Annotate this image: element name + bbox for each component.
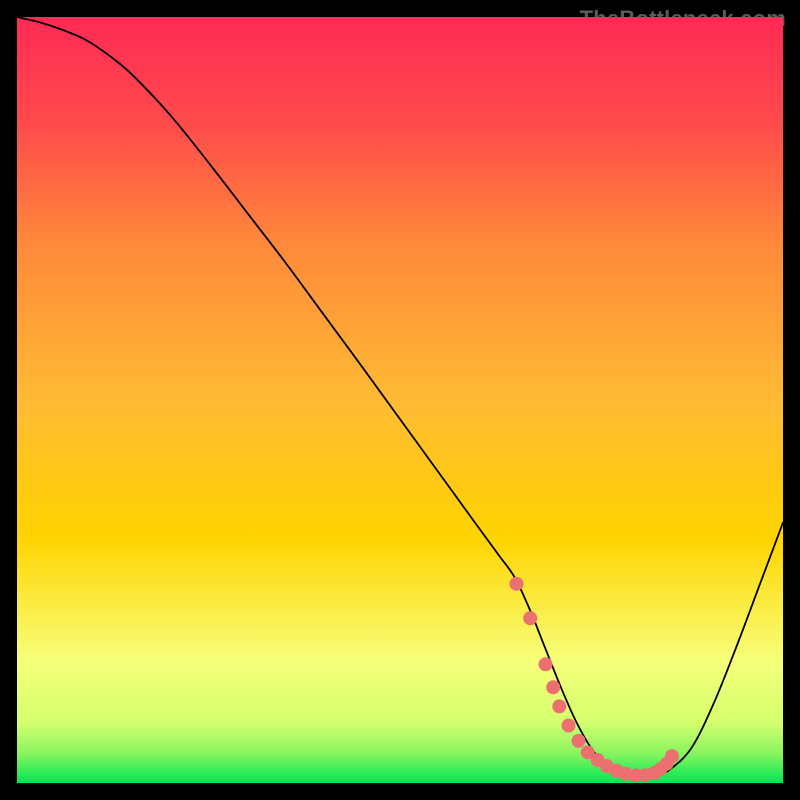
marker-point bbox=[571, 734, 585, 748]
chart-svg bbox=[17, 17, 783, 783]
chart-background bbox=[17, 17, 783, 783]
marker-point bbox=[665, 749, 679, 763]
marker-point bbox=[552, 699, 566, 713]
marker-point bbox=[523, 611, 537, 625]
bottleneck-chart bbox=[17, 17, 783, 783]
marker-point bbox=[562, 719, 576, 733]
marker-point bbox=[546, 680, 560, 694]
marker-point bbox=[539, 657, 553, 671]
marker-point bbox=[509, 577, 523, 591]
page-root: TheBottleneck.com bbox=[0, 0, 800, 800]
